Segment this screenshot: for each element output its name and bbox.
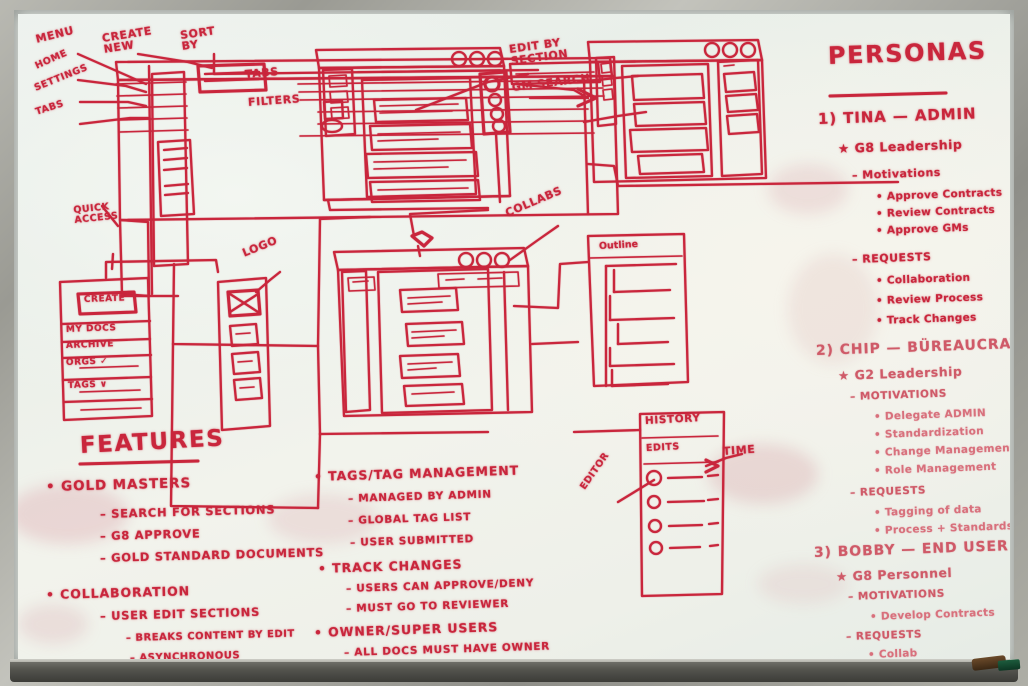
- connector-down: [318, 346, 320, 434]
- navmock-item-mydocs: MY DOCS: [65, 323, 117, 335]
- connector-right: [320, 432, 488, 434]
- persona-group-label: – REQUESTS: [851, 250, 932, 266]
- feature-item: • COLLABORATION: [45, 583, 191, 602]
- leader-home: [78, 80, 146, 92]
- whiteboard-photo: MENU CREATE NEW SORT BY TABS FILTERS HOM…: [0, 0, 1028, 686]
- feature-label: GOLD MASTERS: [60, 475, 192, 495]
- connector-long: [171, 344, 318, 508]
- persona-index: 1): [817, 109, 838, 128]
- connector-outline-2: [532, 342, 578, 344]
- wireframe-logo-column: [218, 278, 270, 430]
- personas-heading: PERSONAS: [827, 36, 988, 70]
- feature-item: • GOLD MASTERS: [45, 475, 192, 495]
- panel-history: [640, 412, 724, 596]
- connector-navcard-top: [106, 260, 218, 278]
- navmock-item-tags: TAGS ∨: [67, 379, 108, 391]
- feature-subitem: – G8 APPROVE: [99, 526, 201, 543]
- label-tabs: TABS: [244, 65, 280, 81]
- underline-personas: [830, 93, 946, 96]
- navmock-item-archive: ARCHIVE: [65, 339, 115, 351]
- leader-tabs-left: [80, 118, 148, 124]
- underline-features: [80, 461, 198, 464]
- pointer-collabs: [510, 226, 558, 260]
- label-time: TIME: [722, 442, 756, 458]
- navmock-create-label: CREATE: [83, 293, 126, 305]
- panel-outline: [588, 234, 688, 386]
- persona-index: 3): [813, 544, 833, 561]
- pointer-logo: [256, 272, 280, 292]
- feature-label: G8 APPROVE: [110, 526, 201, 543]
- persona-index: 2): [815, 342, 835, 359]
- label-outline: Outline: [598, 238, 639, 252]
- wireframe-doc-view-topright: [588, 40, 766, 182]
- wireframe-collab-doc-middle: [334, 210, 532, 416]
- connector-to-history: [574, 430, 640, 432]
- green-marker: [997, 659, 1021, 671]
- navmock-item-orgs: ORGS ✓: [65, 356, 109, 368]
- marker-tray: [10, 662, 1018, 682]
- whiteboard-surface: MENU CREATE NEW SORT BY TABS FILTERS HOM…: [18, 14, 1010, 660]
- connector-to-outline: [514, 262, 588, 308]
- label-edits: EDITS: [645, 441, 680, 454]
- leader-settings: [80, 102, 146, 106]
